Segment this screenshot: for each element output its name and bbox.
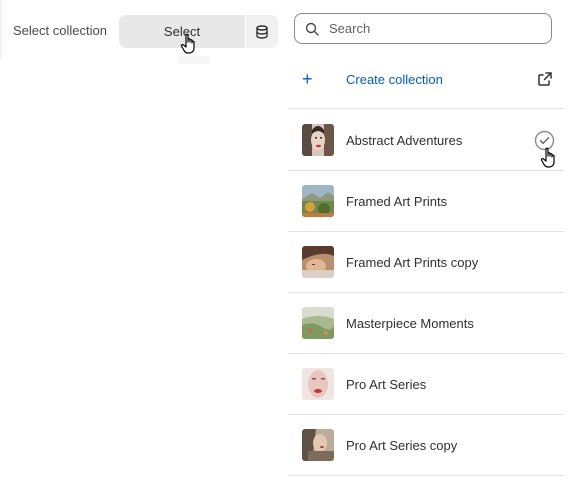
search-field[interactable] [294, 13, 552, 44]
hand-cursor-icon [180, 33, 195, 54]
collection-thumbnail [302, 246, 334, 278]
database-button[interactable] [246, 15, 278, 48]
collection-thumbnail [302, 307, 334, 339]
hand-cursor-icon [540, 147, 555, 168]
list-item[interactable]: Framed Art Prints copy [288, 232, 564, 293]
collection-label: Framed Art Prints [346, 194, 448, 209]
collection-thumbnail [302, 429, 334, 461]
collection-thumbnail [302, 368, 334, 400]
app-root: Select collection Select + Create collec… [0, 0, 574, 499]
collection-label: Abstract Adventures [346, 133, 463, 148]
create-collection-row[interactable]: + Create collection [288, 50, 564, 109]
search-icon [305, 22, 319, 36]
collection-label: Masterpiece Moments [346, 316, 474, 331]
collection-label: Pro Art Series copy [346, 438, 458, 453]
field-border [0, 0, 2, 58]
collection-list: Abstract Adventures Framed Art Prints Fr… [288, 110, 564, 476]
collection-label: Pro Art Series [346, 377, 427, 392]
create-collection-link[interactable]: Create collection [346, 72, 443, 87]
external-link-icon[interactable] [537, 71, 553, 87]
collection-thumbnail [302, 124, 334, 156]
list-item[interactable]: Abstract Adventures [288, 110, 564, 171]
list-item[interactable]: Masterpiece Moments [288, 293, 564, 354]
collection-thumbnail [302, 185, 334, 217]
database-icon [256, 24, 268, 39]
field-label: Select collection [13, 23, 107, 38]
search-input[interactable] [327, 20, 531, 37]
plus-icon: + [302, 69, 313, 89]
list-item[interactable]: Pro Art Series copy [288, 415, 564, 476]
collection-dropdown: + Create collection [288, 0, 564, 499]
list-item[interactable]: Pro Art Series [288, 354, 564, 415]
collection-label: Framed Art Prints copy [346, 255, 479, 270]
list-item[interactable]: Framed Art Prints [288, 171, 564, 232]
select-shadow [178, 56, 210, 64]
